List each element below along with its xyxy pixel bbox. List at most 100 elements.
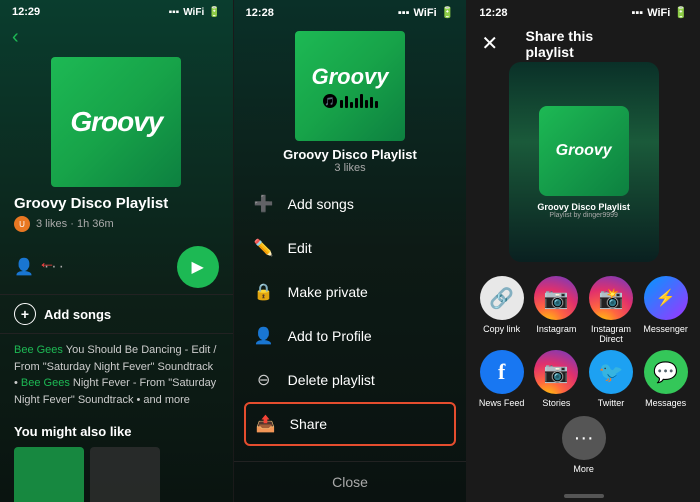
status-bar-2: 12:28 ▪▪▪ WiFi 🔋	[234, 0, 467, 23]
share-instagram-direct[interactable]: 📸 Instagram Direct	[587, 276, 636, 344]
share-copy-link[interactable]: 🔗 Copy link	[477, 276, 526, 344]
share-more[interactable]: ··· More	[562, 416, 606, 474]
menu-make-private[interactable]: 🔒 Make private	[234, 270, 467, 314]
messenger-label: Messenger	[643, 324, 688, 334]
user-avatar: U	[14, 216, 30, 232]
panel-1: 12:29 ▪▪▪ WiFi 🔋 ‹ Groovy Groovy Disco P…	[0, 0, 233, 502]
action-row-1: 👤 ··· ← ▶	[0, 242, 233, 294]
track-list: Bee Gees You Should Be Dancing - Edit / …	[0, 334, 233, 416]
twitter-label: Twitter	[598, 398, 625, 408]
time-1: 12:29	[12, 6, 40, 18]
spotify-bar	[323, 94, 378, 108]
sound-bars	[340, 94, 378, 108]
menu-add-to-profile[interactable]: 👤 Add to Profile	[234, 314, 467, 358]
edit-label: Edit	[288, 240, 312, 256]
wifi-icon-2: WiFi	[414, 7, 437, 19]
facebook-icon: f	[480, 350, 524, 394]
menu-share[interactable]: 📤 Share	[244, 402, 457, 446]
share-stories[interactable]: 📷 Stories	[532, 350, 581, 408]
share-icon: 📤	[256, 414, 276, 434]
lock-icon: 🔒	[254, 282, 274, 302]
share-label: Share	[290, 416, 327, 432]
more-row: ··· More	[467, 412, 700, 474]
signal-icon-2: ▪▪▪	[398, 7, 410, 19]
you-might-like-section: You might also like	[0, 416, 233, 502]
stories-icon: 📷	[534, 350, 578, 394]
spotify-logo	[323, 94, 337, 108]
bar-8	[375, 101, 378, 108]
panel-3: 12:28 ▪▪▪ WiFi 🔋 ✕ Share this playlist G…	[467, 0, 700, 502]
playlist-info-1: Groovy Disco Playlist U 3 likes · 1h 36m	[0, 195, 233, 242]
bar-3	[350, 102, 353, 108]
likes-2: 3 likes	[248, 162, 453, 174]
story-playlist-name: Groovy Disco Playlist	[537, 202, 630, 212]
share-messages[interactable]: 💬 Messages	[641, 350, 690, 408]
bar-6	[365, 100, 368, 108]
groovy-logo-3: Groovy	[556, 142, 612, 160]
bottom-divider	[564, 494, 604, 498]
menu-add-songs[interactable]: ➕ Add songs	[234, 182, 467, 226]
status-icons-3: ▪▪▪ WiFi 🔋	[631, 6, 688, 19]
groovy-logo-2: Groovy	[311, 64, 388, 90]
add-songs-icon: ➕	[254, 194, 274, 214]
time-2: 12:28	[246, 7, 274, 19]
messages-icon: 💬	[644, 350, 688, 394]
news-feed-label: News Feed	[479, 398, 525, 408]
playlist-art-2: Groovy	[295, 31, 405, 141]
more-label: More	[573, 464, 594, 474]
status-bar-1: 12:29 ▪▪▪ WiFi 🔋	[0, 0, 233, 22]
battery-icon-2: 🔋	[441, 6, 455, 19]
share-facebook[interactable]: f News Feed	[477, 350, 526, 408]
profile-icon: 👤	[254, 326, 274, 346]
story-art: Groovy	[539, 106, 629, 196]
copy-link-label: Copy link	[483, 324, 520, 334]
bar-2	[345, 96, 348, 108]
menu-list: ➕ Add songs ✏️ Edit 🔒 Make private 👤 Add…	[234, 182, 467, 461]
add-songs-label: Add songs	[44, 307, 111, 322]
edit-icon: ✏️	[254, 238, 274, 258]
playlist-info-2: Groovy Disco Playlist 3 likes	[234, 147, 467, 182]
share-instagram[interactable]: 📷 Instagram	[532, 276, 581, 344]
top-nav-1: ‹	[0, 22, 233, 53]
playlist-art-1: Groovy	[51, 57, 181, 187]
bar-5	[360, 94, 363, 108]
battery-icon: 🔋	[208, 7, 220, 18]
menu-delete[interactable]: ⊖ Delete playlist	[234, 358, 467, 402]
play-button[interactable]: ▶	[177, 246, 219, 288]
thumbnails-row	[14, 447, 219, 502]
status-icons-1: ▪▪▪ WiFi 🔋	[169, 7, 221, 18]
plus-icon: +	[14, 303, 36, 325]
thumb-1	[14, 447, 84, 502]
playlist-title-1: Groovy Disco Playlist	[14, 195, 219, 212]
panel-2: 12:28 ▪▪▪ WiFi 🔋 Groovy Groovy Disco Pla…	[233, 0, 468, 502]
instagram-label: Instagram	[536, 324, 576, 334]
copy-link-icon: 🔗	[480, 276, 524, 320]
delete-icon: ⊖	[254, 370, 274, 390]
and-more: and more	[143, 394, 189, 406]
instagram-direct-icon: 📸	[589, 276, 633, 320]
instagram-icon: 📷	[534, 276, 578, 320]
close-x-button[interactable]: ✕	[481, 31, 498, 56]
share-messenger[interactable]: ⚡ Messenger	[641, 276, 690, 344]
wifi-icon-3: WiFi	[647, 7, 670, 19]
share-title: Share this playlist	[526, 28, 642, 60]
signal-icon-3: ▪▪▪	[631, 7, 643, 19]
stories-label: Stories	[542, 398, 570, 408]
add-songs-row[interactable]: + Add songs	[0, 294, 233, 334]
story-byline: Playlist by dinger9999	[549, 212, 618, 219]
close-button-2[interactable]: Close	[234, 461, 467, 502]
person-icon[interactable]: 👤	[14, 257, 34, 277]
story-preview: Groovy Groovy Disco Playlist Playlist by…	[509, 62, 659, 262]
twitter-icon: 🐦	[589, 350, 633, 394]
menu-edit[interactable]: ✏️ Edit	[234, 226, 467, 270]
messages-label: Messages	[645, 398, 686, 408]
add-songs-menu-label: Add songs	[288, 196, 354, 212]
groovy-logo-1: Groovy	[70, 106, 162, 138]
section-title: You might also like	[14, 424, 219, 439]
back-button-1[interactable]: ‹	[12, 26, 19, 49]
make-private-label: Make private	[288, 284, 368, 300]
signal-icon: ▪▪▪	[169, 7, 180, 18]
track-artist: Bee Gees	[14, 344, 66, 356]
meta-text-1: 3 likes · 1h 36m	[36, 218, 114, 230]
share-twitter[interactable]: 🐦 Twitter	[587, 350, 636, 408]
